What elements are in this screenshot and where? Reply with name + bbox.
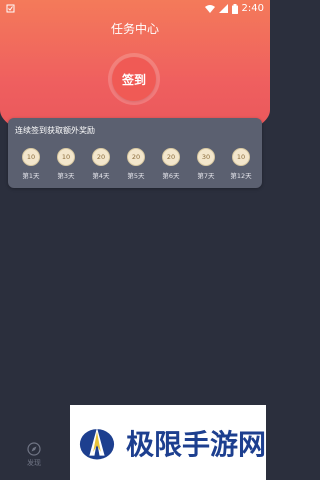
streak-day: 20 第5天 xyxy=(121,148,151,180)
nav-item-discover[interactable]: 发现 xyxy=(20,442,48,468)
streak-day: 20 第4天 xyxy=(86,148,116,180)
day-label: 第6天 xyxy=(162,172,180,180)
day-label: 第12天 xyxy=(230,172,252,180)
streak-day: 30 第7天 xyxy=(191,148,221,180)
compass-icon xyxy=(27,442,41,456)
day-label: 第1天 xyxy=(22,172,40,180)
streak-day: 20 第6天 xyxy=(156,148,186,180)
watermark-logo-icon xyxy=(79,427,115,459)
watermark-banner: 极限手游网 xyxy=(70,405,266,480)
status-right: 2:40 xyxy=(204,3,264,14)
coin-icon: 10 xyxy=(232,148,250,166)
coin-icon: 10 xyxy=(22,148,40,166)
streak-day: 10 第12天 xyxy=(226,148,256,180)
coin-icon: 20 xyxy=(127,148,145,166)
nav-label-discover: 发现 xyxy=(27,459,41,467)
watermark-text: 极限手游网 xyxy=(125,427,266,461)
status-bar: 2:40 xyxy=(0,0,270,17)
streak-day: 10 第3天 xyxy=(51,148,81,180)
streak-card-title: 连续签到获取额外奖励 xyxy=(15,126,95,135)
day-label: 第7天 xyxy=(197,172,215,180)
status-left xyxy=(6,4,15,13)
coin-icon: 20 xyxy=(162,148,180,166)
notification-icon xyxy=(6,4,15,13)
wifi-icon xyxy=(204,5,215,13)
coin-icon: 20 xyxy=(92,148,110,166)
streak-days-list: 10 第1天 10 第3天 20 第4天 20 第5天 20 第6天 30 第7… xyxy=(16,148,256,180)
signal-icon xyxy=(218,4,228,13)
clock: 2:40 xyxy=(241,3,264,14)
sign-in-label: 签到 xyxy=(112,57,156,101)
battery-icon xyxy=(231,3,238,14)
page-title: 任务中心 xyxy=(110,22,159,36)
day-label: 第5天 xyxy=(127,172,145,180)
coin-icon: 10 xyxy=(57,148,75,166)
streak-day: 10 第1天 xyxy=(16,148,46,180)
streak-reward-card: 连续签到获取额外奖励 10 第1天 10 第3天 20 第4天 20 第5天 2… xyxy=(8,118,262,188)
day-label: 第3天 xyxy=(57,172,75,180)
day-label: 第4天 xyxy=(92,172,110,180)
coin-icon: 30 xyxy=(197,148,215,166)
sign-in-button[interactable]: 签到 xyxy=(108,53,160,105)
